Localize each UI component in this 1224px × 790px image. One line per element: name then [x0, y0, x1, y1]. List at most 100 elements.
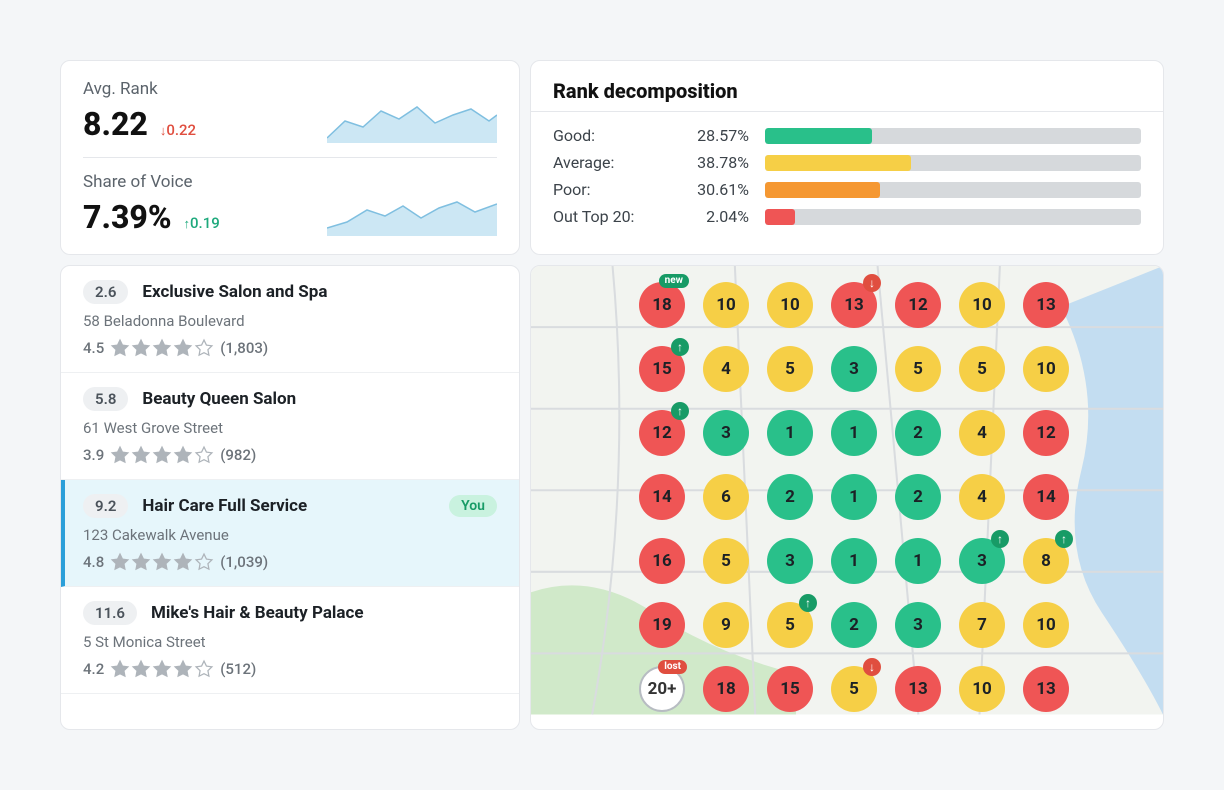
competitor-rating: 4.8(1,039)	[83, 552, 497, 572]
avg-rank-title: Avg. Rank	[83, 79, 315, 99]
star-icon	[152, 552, 172, 572]
share-delta: ↑0.19	[184, 214, 220, 232]
map-rank-dot[interactable]: 3	[767, 538, 813, 584]
map-rank-dot[interactable]: 3	[703, 410, 749, 456]
map-rank-dot[interactable]: 8↑	[1023, 538, 1069, 584]
star-icon	[131, 445, 151, 465]
map-rank-dot[interactable]: 10	[767, 282, 813, 328]
competitor-name: Mike's Hair & Beauty Palace	[151, 603, 364, 623]
map-rank-dot[interactable]: 3	[895, 602, 941, 648]
up-arrow-icon: ↑	[799, 594, 817, 612]
map-rank-dot[interactable]: 13	[1023, 666, 1069, 712]
map-rank-dot[interactable]: 10	[959, 282, 1005, 328]
star-icon	[152, 338, 172, 358]
map-rank-dot[interactable]: 18new	[639, 282, 685, 328]
decomp-pct: 28.57%	[679, 126, 749, 145]
map-rank-dot[interactable]: 10	[959, 666, 1005, 712]
up-arrow-icon: ↑	[671, 338, 689, 356]
map-rank-dot[interactable]: 10	[1023, 346, 1069, 392]
star-icon	[131, 552, 151, 572]
competitor-rating: 4.2(512)	[83, 659, 497, 679]
map-rank-dot[interactable]: 2	[895, 410, 941, 456]
map-rank-dot[interactable]: 14	[1023, 474, 1069, 520]
competitor-rating: 4.5(1,803)	[83, 338, 497, 358]
map-rank-dot[interactable]: 13	[1023, 282, 1069, 328]
competitor-address: 5 St Monica Street	[83, 633, 497, 651]
competitor-rating: 3.9(982)	[83, 445, 497, 465]
map-rank-dot[interactable]: 15	[767, 666, 813, 712]
map-rank-dot[interactable]: 9	[703, 602, 749, 648]
map-rank-dot[interactable]: 1	[831, 474, 877, 520]
map-rank-dot[interactable]: 6	[703, 474, 749, 520]
decomp-pct: 2.04%	[679, 207, 749, 226]
map-rank-dot[interactable]: 19	[639, 602, 685, 648]
competitor-name: Beauty Queen Salon	[142, 389, 296, 409]
map-rank-dot[interactable]: 2	[831, 602, 877, 648]
decomp-row: Poor:30.61%	[553, 180, 1141, 199]
competitor-item[interactable]: 9.2Hair Care Full ServiceYou123 Cakewalk…	[61, 480, 519, 587]
star-icon	[194, 552, 214, 572]
map-rank-dot[interactable]: 13↓	[831, 282, 877, 328]
avg-rank-block: Avg. Rank 8.22 ↓0.22	[83, 79, 315, 143]
map-rank-dot[interactable]: 10	[703, 282, 749, 328]
map-dot-badge: lost	[658, 660, 687, 674]
map-rank-dot[interactable]: 12	[895, 282, 941, 328]
map-rank-dot[interactable]: 5	[959, 346, 1005, 392]
map-rank-dot[interactable]: 5	[703, 538, 749, 584]
star-icon	[110, 338, 130, 358]
decomp-bar	[765, 128, 1141, 144]
map-rank-dot[interactable]: 7	[959, 602, 1005, 648]
map-rank-dot[interactable]: 1	[767, 410, 813, 456]
competitor-address: 123 Cakewalk Avenue	[83, 526, 497, 544]
map-rank-dot[interactable]: 2	[895, 474, 941, 520]
competitor-item[interactable]: 11.6 Mike's Hair & Beauty Palace 5 St Moni…	[61, 587, 519, 694]
map-dot-badge: new	[659, 274, 689, 288]
competitor-rank-pill: 11.6	[83, 601, 137, 625]
competitor-item[interactable]: 2.6Exclusive Salon and Spa58 Beladonna B…	[61, 266, 519, 373]
competitor-list[interactable]: 2.6Exclusive Salon and Spa58 Beladonna B…	[60, 265, 520, 730]
map-rank-dot[interactable]: 1	[831, 410, 877, 456]
map-rank-dot[interactable]: 12	[1023, 410, 1069, 456]
avg-rank-delta: ↓0.22	[160, 121, 196, 139]
map-rank-dot[interactable]: 5	[767, 346, 813, 392]
map-rank-dot[interactable]: 15↑	[639, 346, 685, 392]
map-rank-dot[interactable]: 1	[895, 538, 941, 584]
competitor-item[interactable]: 5.8Beauty Queen Salon61 West Grove Stree…	[61, 373, 519, 480]
star-icon	[194, 659, 214, 679]
map-rank-dot[interactable]: 5↓	[831, 666, 877, 712]
map-rank-dot[interactable]: 1	[831, 538, 877, 584]
map-rank-dot[interactable]: 3	[831, 346, 877, 392]
map-rank-dot[interactable]: 4	[959, 410, 1005, 456]
star-icon	[173, 659, 193, 679]
map-rank-dot[interactable]: 3↑	[959, 538, 1005, 584]
competitor-address: 61 West Grove Street	[83, 419, 497, 437]
map-rank-dot[interactable]: 4	[959, 474, 1005, 520]
decomp-bar	[765, 182, 1141, 198]
map-rank-dot[interactable]: 10	[1023, 602, 1069, 648]
share-block: Share of Voice 7.39% ↑0.19	[83, 172, 315, 236]
star-icon	[173, 338, 193, 358]
competitor-name: Exclusive Salon and Spa	[142, 282, 327, 302]
map-rank-dot[interactable]: 16	[639, 538, 685, 584]
star-icon	[131, 659, 151, 679]
rank-decomposition-card: Rank decomposition Good:28.57%Average:38…	[530, 60, 1164, 255]
star-icon	[110, 659, 130, 679]
decomp-row: Out Top 20: 2.04%	[553, 207, 1141, 226]
share-sparkline	[327, 186, 497, 236]
map-rank-dot[interactable]: 14	[639, 474, 685, 520]
map-rank-dot[interactable]: 13	[895, 666, 941, 712]
map-rank-dot[interactable]: 2	[767, 474, 813, 520]
map-rank-dot[interactable]: 18	[703, 666, 749, 712]
star-icon	[110, 445, 130, 465]
decomp-label: Good:	[553, 126, 663, 145]
share-title: Share of Voice	[83, 172, 315, 192]
you-badge: You	[449, 495, 497, 517]
map-rank-dot[interactable]: 5↑	[767, 602, 813, 648]
rank-map[interactable]: 18new101013↓12101315↑453551012↑311241214…	[530, 265, 1164, 730]
decomp-label: Out Top 20:	[553, 207, 663, 226]
map-rank-dot[interactable]: 20+lost	[639, 666, 685, 712]
map-rank-dot[interactable]: 12↑	[639, 410, 685, 456]
decomp-title: Rank decomposition	[553, 79, 1141, 103]
map-rank-dot[interactable]: 5	[895, 346, 941, 392]
map-rank-dot[interactable]: 4	[703, 346, 749, 392]
